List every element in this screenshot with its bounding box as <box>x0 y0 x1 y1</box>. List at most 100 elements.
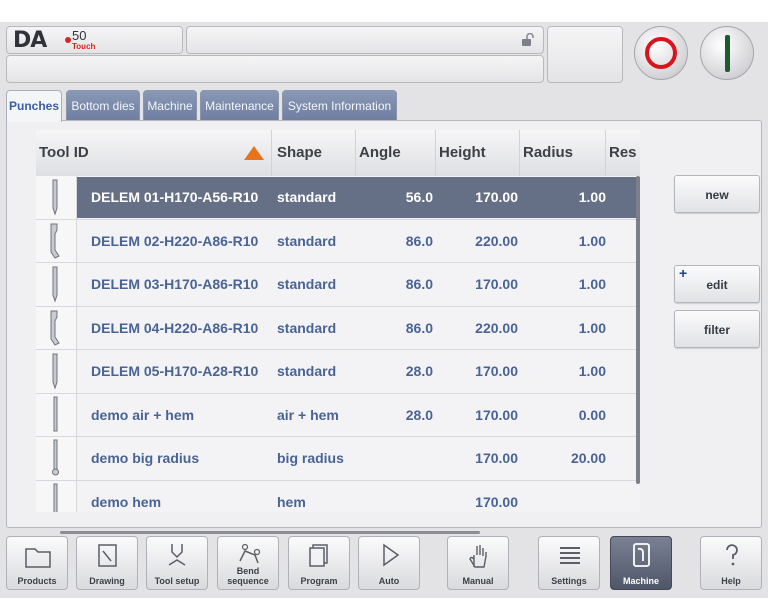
nav-manual-button[interactable]: Manual <box>447 536 509 590</box>
tab-maintenance[interactable]: Maintenance <box>200 90 279 120</box>
brand-logo: DA <box>13 28 47 53</box>
column-label: Shape <box>277 144 323 161</box>
nav-drawing-button[interactable]: Drawing <box>76 536 138 590</box>
punch-profile-icon <box>36 219 77 262</box>
new-button[interactable]: new <box>674 175 760 213</box>
column-label: Radius <box>523 144 574 161</box>
punch-profile-icon <box>36 263 77 306</box>
unlocked-padlock-icon[interactable] <box>521 33 535 47</box>
cell-height: 170.00 <box>475 406 518 423</box>
table-row[interactable]: demo big radius big radius 170.00 20.00 <box>36 437 640 481</box>
nav-help-button[interactable]: Help <box>700 536 762 590</box>
column-label: Angle <box>359 144 401 161</box>
column-label: Tool ID <box>39 144 89 161</box>
column-header-angle[interactable]: Angle <box>356 130 436 176</box>
nav-tool-setup-button[interactable]: Tool setup <box>146 536 208 590</box>
cell-angle: 86.0 <box>405 232 433 249</box>
play-icon <box>383 543 400 567</box>
status-bar <box>6 55 544 83</box>
drawing-icon <box>98 544 117 567</box>
cell-angle: 86.0 <box>405 276 433 292</box>
tab-system-information[interactable]: System Information <box>282 90 397 120</box>
edit-label: edit <box>706 278 728 292</box>
row-content: demo hem hem 170.00 <box>77 482 638 513</box>
column-header-shape[interactable]: Shape <box>274 130 356 176</box>
vertical-scrollbar[interactable] <box>636 176 640 484</box>
cell-radius: 20.00 <box>570 450 606 466</box>
nav-label: Machine <box>622 576 659 586</box>
table-row[interactable]: DELEM 01-H170-A56-R10 standard 56.0 170.00 1… <box>36 176 640 220</box>
tab-bottom-dies[interactable]: Bottom dies <box>66 90 140 120</box>
column-header-tool-id[interactable]: Tool ID <box>36 130 272 176</box>
cell-angle: 56.0 <box>405 189 433 205</box>
program-icon <box>309 544 328 567</box>
nav-bend-sequence-button[interactable]: Bend sequence <box>217 536 279 590</box>
row-content: DELEM 04-H220-A86-R10 standard 86.0 220.00 1… <box>77 308 638 349</box>
nav-machine-button[interactable]: Machine <box>610 536 672 590</box>
column-label: Height <box>439 144 486 161</box>
punch-profile-icon <box>36 393 77 436</box>
cell-shape: standard <box>277 189 337 205</box>
column-header-radius[interactable]: Radius <box>520 130 606 176</box>
nav-program-button[interactable]: Program <box>288 536 350 590</box>
nav-label: Manual <box>462 576 494 586</box>
program-title-field <box>186 26 544 54</box>
settings-list-icon <box>560 547 580 564</box>
row-content: DELEM 02-H220-A86-R10 standard 86.0 220.00 1… <box>77 221 638 262</box>
nav-label: Settings <box>551 576 587 586</box>
nav-label: Drawing <box>89 576 125 586</box>
logo-box: DA 50 Touch <box>6 26 183 54</box>
punch-profile-icon <box>36 350 77 393</box>
table-header: Tool ID Shape Angle Height Radius Res <box>36 130 640 177</box>
cell-height: 170.00 <box>475 363 518 379</box>
column-header-height[interactable]: Height <box>436 130 520 176</box>
punch-profile-icon <box>36 480 77 512</box>
cell-height: 170.00 <box>475 493 518 510</box>
cell-radius: 1.00 <box>578 189 606 205</box>
table-row[interactable]: DELEM 04-H220-A86-R10 standard 86.0 220.00 1… <box>36 306 640 350</box>
hand-icon <box>469 545 487 568</box>
cell-shape: air + hem <box>277 406 339 423</box>
edit-button[interactable]: + edit <box>674 265 760 303</box>
logo-model-suffix: Touch <box>72 42 96 51</box>
cell-angle: 86.0 <box>405 319 433 336</box>
horizontal-scrollbar[interactable] <box>60 531 480 534</box>
nav-products-button[interactable]: Products <box>6 536 68 590</box>
cell-tool-id: DELEM 01-H170-A56-R10 <box>91 189 259 205</box>
cell-height: 170.00 <box>475 189 518 205</box>
tab-punches[interactable]: Punches <box>6 90 62 122</box>
table-row[interactable]: demo hem hem 170.00 <box>36 480 640 513</box>
row-content: DELEM 01-H170-A56-R10 standard 56.0 170.00 1… <box>77 177 638 218</box>
nav-auto-button[interactable]: Auto <box>358 536 420 590</box>
table-row[interactable]: DELEM 05-H170-A28-R10 standard 28.0 170.00 1… <box>36 350 640 394</box>
row-content: demo big radius big radius 170.00 20.00 <box>77 438 638 479</box>
start-button[interactable] <box>700 26 754 80</box>
cell-tool-id: DELEM 02-H220-A86-R10 <box>91 232 259 249</box>
cell-radius: 0.00 <box>578 406 606 423</box>
filter-button[interactable]: filter <box>674 310 760 348</box>
cell-shape: standard <box>277 232 337 249</box>
table-row[interactable]: demo air + hem air + hem 28.0 170.00 0.00 <box>36 393 640 437</box>
cell-height: 220.00 <box>475 319 518 336</box>
tab-machine[interactable]: Machine <box>143 90 197 120</box>
cell-height: 170.00 <box>475 276 518 292</box>
nav-label: Help <box>721 576 741 586</box>
nav-label: Tool setup <box>154 576 200 586</box>
cell-tool-id: DELEM 05-H170-A28-R10 <box>91 363 259 379</box>
logo-dot-icon <box>65 37 71 43</box>
folder-icon <box>25 548 51 568</box>
stop-button[interactable] <box>634 26 688 80</box>
cell-tool-id: DELEM 04-H220-A86-R10 <box>91 319 259 336</box>
nav-label: Program <box>300 576 338 586</box>
cell-radius: 1.00 <box>578 363 606 379</box>
row-content: demo air + hem air + hem 28.0 170.00 0.00 <box>77 395 638 436</box>
cell-shape: hem <box>277 493 306 510</box>
nav-label: Auto <box>378 576 400 586</box>
table-row[interactable]: DELEM 02-H220-A86-R10 standard 86.0 220.00 1… <box>36 219 640 263</box>
table-row[interactable]: DELEM 03-H170-A86-R10 standard 86.0 170.00 1… <box>36 263 640 307</box>
nav-settings-button[interactable]: Settings <box>538 536 600 590</box>
logo-model-number: 50 <box>72 28 87 43</box>
column-header-res[interactable]: Res <box>606 130 640 176</box>
tool-setup-icon <box>168 544 186 566</box>
cell-tool-id: demo hem <box>91 493 162 510</box>
